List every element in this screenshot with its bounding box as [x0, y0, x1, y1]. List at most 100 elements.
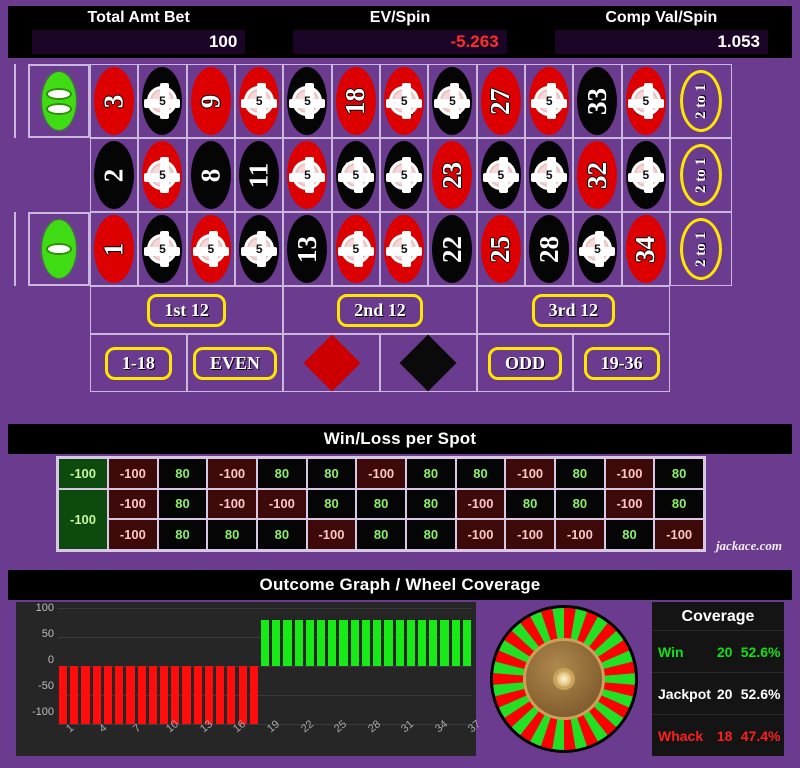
bet-cell-13[interactable]: 13	[283, 212, 332, 286]
number-ball: 25	[480, 215, 521, 283]
chip[interactable]: 5	[144, 157, 181, 193]
number-ball: 34	[625, 215, 666, 283]
bet-cell-14[interactable]: 145	[283, 138, 332, 212]
bet-cell-36[interactable]: 365	[621, 64, 670, 138]
column-bet-label: 2 to 1	[692, 83, 709, 119]
chip[interactable]: 5	[531, 157, 568, 193]
chart-bar	[216, 666, 225, 724]
bet-cell-1[interactable]: 1	[90, 212, 139, 286]
bet-cell-21[interactable]: 215	[379, 64, 429, 138]
chart-bar-column	[215, 608, 225, 724]
chart-bar	[238, 666, 247, 724]
chip[interactable]: 5	[192, 231, 229, 267]
bet-cell-7[interactable]: 75	[186, 212, 235, 286]
bet-cell-30[interactable]: 305	[524, 64, 574, 138]
bet-cell-9[interactable]: 9	[186, 64, 235, 138]
bet-cell-18[interactable]: 18	[331, 64, 380, 138]
dozen-bet-2[interactable]: 2nd 12	[283, 286, 477, 334]
stat-label: Comp Val/Spin	[605, 9, 718, 26]
bet-cell-28[interactable]: 28	[524, 212, 574, 286]
chip[interactable]: 5	[289, 83, 326, 119]
column-bet-label: 2 to 1	[692, 231, 709, 267]
bet-cell-26[interactable]: 265	[476, 138, 525, 212]
dozen-bet-1[interactable]: 1st 12	[90, 286, 284, 334]
outcome-graph-panel: Outcome Graph / Wheel Coverage 1 4 7 10 13 16…	[8, 570, 792, 762]
bet-cell-2[interactable]: 2	[90, 138, 139, 212]
coverage-name: Win	[658, 643, 684, 660]
win-loss-cell: -100	[505, 458, 555, 489]
x-axis-tick-label: 7	[130, 722, 144, 736]
number-ball: 32	[577, 141, 618, 209]
bet-cell-10[interactable]: 105	[234, 212, 284, 286]
chip[interactable]: 5	[482, 157, 519, 193]
zero-pip-icon	[46, 243, 72, 255]
column-bet-1[interactable]: 2 to 1	[670, 64, 732, 138]
chip[interactable]: 5	[386, 157, 423, 193]
bet-cell-17[interactable]: 175	[331, 138, 380, 212]
outside-bet-black[interactable]	[379, 334, 477, 392]
chip[interactable]: 5	[337, 231, 374, 267]
dozen-bet-3[interactable]: 3rd 12	[476, 286, 670, 334]
chip[interactable]: 5	[144, 231, 181, 267]
bet-cell-23[interactable]: 23	[428, 138, 477, 212]
bet-cell-32[interactable]: 32	[573, 138, 622, 212]
chip[interactable]: 5	[241, 231, 278, 267]
column-bet-3[interactable]: 2 to 1	[670, 212, 732, 286]
bet-cell-19[interactable]: 195	[379, 212, 429, 286]
chip[interactable]: 5	[386, 83, 423, 119]
bet-cell-double-zero[interactable]	[14, 64, 90, 138]
number-ball: 27	[480, 67, 521, 135]
chart-bar	[159, 666, 169, 724]
bet-cell-6[interactable]: 65	[138, 64, 187, 138]
bet-cell-35[interactable]: 355	[621, 138, 670, 212]
bet-cell-15[interactable]: 155	[283, 64, 332, 138]
outcome-graph-body: 1 4 7 10 13 16 19 22 25 28 31 34 37 100 50 0 -50 -100 Co…	[16, 602, 784, 756]
bet-cell-31[interactable]: 315	[573, 212, 622, 286]
chip[interactable]: 5	[289, 157, 326, 193]
bet-cell-27[interactable]: 27	[476, 64, 525, 138]
column-bet-2[interactable]: 2 to 1	[670, 138, 732, 212]
bet-cell-3[interactable]: 3	[90, 64, 139, 138]
bet-cell-11[interactable]: 11	[234, 138, 284, 212]
bet-cell-5[interactable]: 55	[138, 138, 187, 212]
chip[interactable]: 5	[531, 83, 568, 119]
wheel-coverage-graphic	[484, 602, 644, 756]
outside-bet-red[interactable]	[283, 334, 380, 392]
bet-cell-22[interactable]: 22	[428, 212, 477, 286]
number-ball: 65	[142, 67, 183, 135]
bet-cell-34[interactable]: 34	[621, 212, 670, 286]
outside-bet-1-18[interactable]: 1-18	[90, 334, 187, 392]
chip[interactable]: 5	[241, 83, 278, 119]
bet-cell-16[interactable]: 165	[331, 212, 380, 286]
outside-bet-odd[interactable]: ODD	[476, 334, 574, 392]
chart-bar	[317, 619, 326, 666]
chip[interactable]: 5	[386, 231, 423, 267]
bet-cell-12[interactable]: 125	[234, 64, 284, 138]
bet-cell-8[interactable]: 8	[186, 138, 235, 212]
chip[interactable]: 5	[144, 83, 181, 119]
win-loss-cell: 80	[555, 458, 605, 489]
bet-cell-24[interactable]: 245	[428, 64, 477, 138]
chip[interactable]: 5	[434, 83, 471, 119]
win-loss-panel: Win/Loss per Spot -100 -100 -100 80 -100 80…	[8, 424, 792, 558]
outside-bet-19-36[interactable]: 19-36	[573, 334, 670, 392]
outside-bet-even[interactable]: EVEN	[186, 334, 284, 392]
number-label: 32	[581, 161, 612, 189]
chip[interactable]: 5	[337, 157, 374, 193]
number-ball: 205	[384, 141, 425, 209]
chip[interactable]: 5	[579, 231, 616, 267]
chart-bar-column	[372, 608, 382, 724]
bet-cell-29[interactable]: 295	[524, 138, 574, 212]
bet-cell-20[interactable]: 205	[379, 138, 429, 212]
chip[interactable]: 5	[627, 83, 664, 119]
bet-cell-25[interactable]: 25	[476, 212, 525, 286]
number-grid: 3659125155182152452730533365255811145175…	[90, 64, 670, 286]
bet-cell-33[interactable]: 33	[573, 64, 622, 138]
bet-cell-zero[interactable]	[14, 212, 90, 286]
outcome-bar-chart: 1 4 7 10 13 16 19 22 25 28 31 34 37 100 50 0 -50 -100	[16, 602, 483, 756]
bet-cell-4[interactable]: 45	[138, 212, 187, 286]
chart-bar	[171, 666, 180, 724]
number-ball: 75	[190, 215, 231, 283]
outside-bet-label: ODD	[487, 346, 562, 380]
chip[interactable]: 5	[627, 157, 664, 193]
